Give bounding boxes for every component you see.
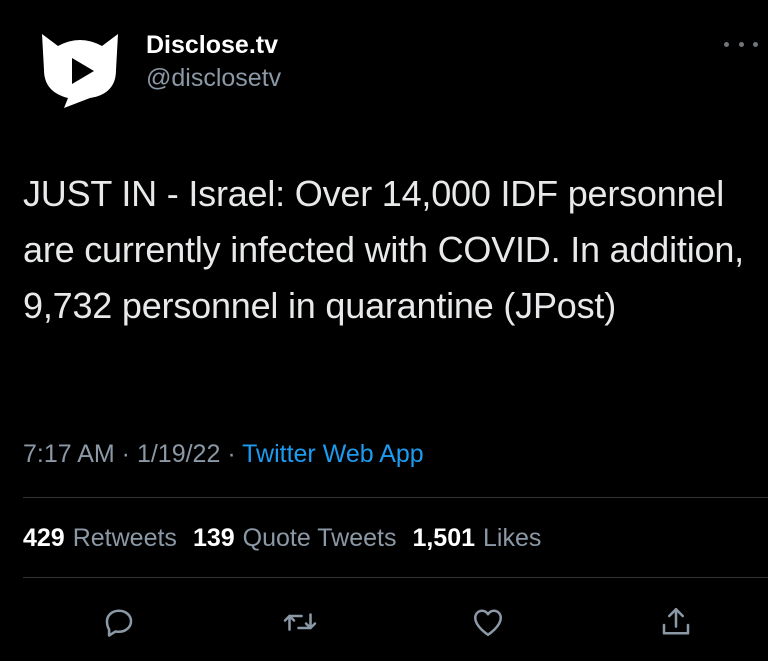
action-bar [0,596,768,648]
retweets-count: 429 [23,524,65,552]
tweet-stats: 429 Retweets 139 Quote Tweets 1,501 Likes [23,521,541,555]
like-button[interactable] [464,596,512,648]
tweet-source-link[interactable]: Twitter Web App [242,440,424,468]
tweet-meta: 7:17 AM · 1/19/22 · Twitter Web App [23,437,424,471]
tweet-card: Disclose.tv @disclosetv JUST IN - Israel… [0,0,768,661]
display-name[interactable]: Disclose.tv [146,30,281,60]
dot-icon [738,41,744,47]
likes-count: 1,501 [412,524,476,552]
retweets-label: Retweets [72,524,177,552]
divider [23,497,768,498]
avatar[interactable] [34,28,126,110]
reply-icon [105,609,133,637]
share-button[interactable] [652,596,700,648]
tweet-date[interactable]: 1/19/22 [137,440,220,468]
user-handle[interactable]: @disclosetv [146,62,281,94]
quote-tweets-count: 139 [192,524,235,552]
disclose-tv-logo-icon [42,34,118,108]
author-block[interactable]: Disclose.tv @disclosetv [146,30,281,94]
share-icon [662,607,690,635]
meta-separator: · [220,440,243,468]
likes-stat[interactable]: 1,501 Likes [412,521,541,555]
like-icon [473,609,503,637]
retweet-icon [283,613,317,631]
dot-icon [724,41,729,47]
retweets-stat[interactable]: 429 Retweets [23,521,177,555]
divider [23,577,768,578]
tweet-text: JUST IN - Israel: Over 14,000 IDF person… [23,173,744,326]
more-options-button[interactable] [724,34,758,54]
quote-tweets-label: Quote Tweets [242,524,397,552]
reply-button[interactable] [95,596,143,648]
quote-tweets-stat[interactable]: 139 Quote Tweets [193,521,397,555]
dot-icon [753,41,758,47]
likes-label: Likes [483,524,542,552]
meta-separator: · [114,440,137,468]
tweet-time[interactable]: 7:17 AM [23,440,115,468]
retweet-button[interactable] [276,596,324,648]
